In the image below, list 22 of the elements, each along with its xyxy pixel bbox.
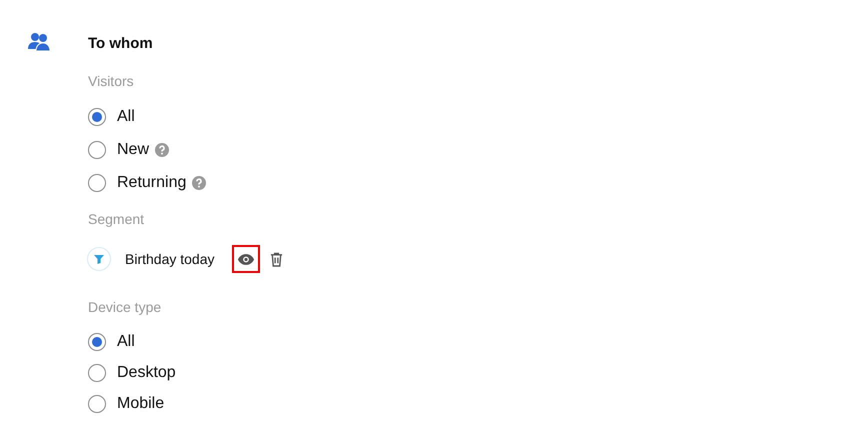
people-icon: [28, 32, 50, 52]
radio-button[interactable]: [88, 141, 106, 159]
help-icon[interactable]: [155, 143, 170, 157]
segment-name: Birthday today: [125, 251, 214, 267]
option-label: Desktop: [117, 364, 176, 382]
funnel-icon: [87, 247, 111, 271]
option-label: Mobile: [117, 395, 164, 413]
radio-button[interactable]: [88, 174, 106, 192]
option-label: New: [117, 141, 150, 159]
field-label: Visitors: [88, 72, 135, 90]
option-label: Returning: [117, 174, 186, 192]
field-label: Segment: [88, 210, 146, 228]
field-label: Device type: [88, 298, 162, 316]
radio-button[interactable]: [88, 333, 106, 351]
radio-button[interactable]: [88, 108, 106, 126]
help-icon[interactable]: [192, 176, 206, 190]
eye-icon[interactable]: [232, 246, 258, 272]
option-label: All: [117, 108, 135, 126]
option-label: All: [117, 333, 135, 351]
radio-button[interactable]: [88, 364, 106, 382]
radio-button[interactable]: [88, 395, 106, 413]
section-title: To whom: [88, 34, 154, 54]
